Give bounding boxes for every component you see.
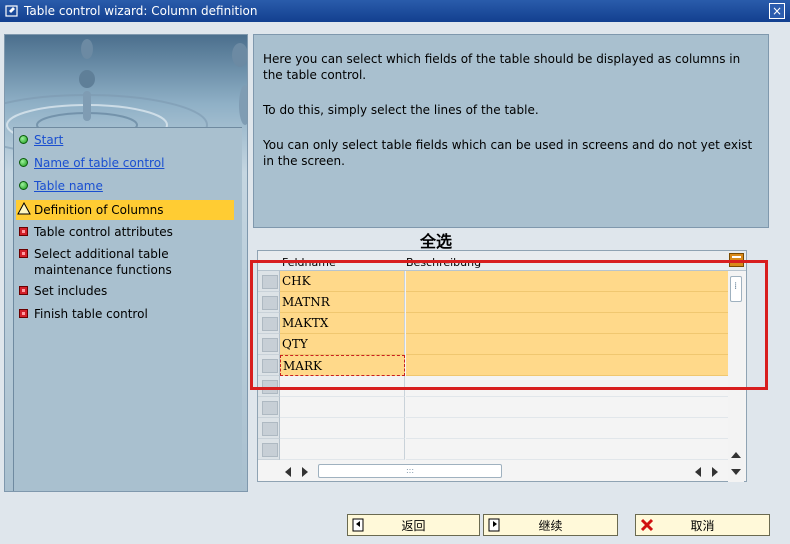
status-pending-icon: [16, 283, 34, 299]
step-navigation-panel: Start Name of table control Table name D…: [4, 34, 248, 492]
field-name-cell[interactable]: CHK: [280, 271, 405, 292]
window-icon: [5, 5, 18, 17]
scroll-thumb[interactable]: :::: [318, 464, 502, 478]
status-pending-icon: [16, 246, 34, 262]
continue-button-label: 继续: [538, 518, 563, 533]
scroll-page-left-icon[interactable]: [695, 467, 701, 477]
info-text-select: To do this, simply select the lines of t…: [263, 103, 539, 117]
step-item-definition-of-columns: Definition of Columns: [16, 200, 234, 220]
description-cell[interactable]: [406, 334, 728, 355]
status-done-icon: [16, 178, 34, 194]
row-selector[interactable]: [258, 397, 280, 418]
step-label: Set includes: [34, 284, 108, 298]
step-label[interactable]: Name of table control: [34, 155, 164, 171]
row-selector[interactable]: [258, 334, 280, 355]
field-name-cell[interactable]: [280, 376, 405, 397]
cancel-button-label: 取消: [690, 518, 715, 533]
description-cell[interactable]: [406, 376, 728, 397]
table-row[interactable]: MAKTX: [258, 313, 728, 334]
row-selector[interactable]: [258, 376, 280, 397]
description-cell[interactable]: [406, 418, 728, 439]
table-row[interactable]: MATNR: [258, 292, 728, 313]
field-name-cell[interactable]: MARK: [280, 355, 405, 376]
row-selector[interactable]: [258, 418, 280, 439]
status-current-icon: [16, 202, 34, 218]
description-cell[interactable]: [406, 397, 728, 418]
description-cell[interactable]: [406, 292, 728, 313]
horizontal-scrollbar[interactable]: :::: [282, 463, 728, 479]
step-item-table-name[interactable]: Table name: [16, 178, 234, 194]
row-selector[interactable]: [258, 313, 280, 334]
field-table: Feldname Beschreibung CHK MATNR MAKTX QT…: [257, 250, 747, 482]
step-item-start[interactable]: Start: [16, 132, 234, 148]
cancel-button[interactable]: 取消: [635, 514, 770, 536]
field-name-cell[interactable]: MATNR: [280, 292, 405, 313]
table-row-empty[interactable]: [258, 439, 728, 461]
wizard-window: Start Name of table control Table name D…: [0, 22, 790, 544]
step-label: Finish table control: [34, 307, 148, 321]
continue-button[interactable]: 继续: [483, 514, 618, 536]
status-done-icon: [16, 132, 34, 148]
info-text-columns: Here you can select which fields of the …: [263, 52, 741, 82]
scroll-right-icon[interactable]: [302, 467, 308, 477]
back-button-label: 返回: [401, 518, 426, 533]
step-item-additional-maintenance-functions: Select additional table maintenance func…: [16, 246, 234, 278]
description-cell[interactable]: [406, 439, 728, 460]
step-item-finish-table-control: Finish table control: [16, 306, 234, 322]
description-cell[interactable]: [406, 271, 728, 292]
step-item-name-of-table-control[interactable]: Name of table control: [16, 155, 234, 171]
vertical-scrollbar[interactable]: [728, 272, 744, 482]
back-icon: [352, 518, 364, 532]
column-header-field-name[interactable]: Feldname: [282, 256, 336, 269]
field-name-cell[interactable]: [280, 439, 405, 460]
description-cell[interactable]: [406, 355, 728, 376]
table-settings-icon[interactable]: [729, 253, 744, 267]
status-done-icon: [16, 155, 34, 171]
row-selector[interactable]: [258, 271, 280, 292]
back-button[interactable]: 返回: [347, 514, 480, 536]
cancel-icon: [640, 518, 654, 532]
close-button[interactable]: ×: [769, 3, 785, 19]
row-selector[interactable]: [258, 355, 280, 376]
step-label: Definition of Columns: [34, 203, 164, 217]
description-cell[interactable]: [406, 313, 728, 334]
field-name-cell[interactable]: [280, 418, 405, 439]
table-row[interactable]: QTY: [258, 334, 728, 355]
step-list: Start Name of table control Table name D…: [13, 127, 242, 491]
step-label[interactable]: Start: [34, 132, 63, 148]
window-title: Table control wizard: Column definition: [24, 4, 258, 18]
status-pending-icon: [16, 224, 34, 240]
step-label: Table control attributes: [34, 225, 173, 239]
continue-icon: [488, 518, 500, 532]
table-row-empty[interactable]: [258, 397, 728, 418]
scroll-page-right-icon[interactable]: [712, 467, 718, 477]
field-name-cell[interactable]: QTY: [280, 334, 405, 355]
status-pending-icon: [16, 306, 34, 322]
step-item-set-includes: Set includes: [16, 283, 234, 299]
select-all-annotation: 全选: [420, 232, 453, 251]
scroll-left-icon[interactable]: [285, 467, 291, 477]
field-name-cell[interactable]: MAKTX: [280, 313, 405, 334]
table-row[interactable]: MARK: [258, 355, 728, 376]
table-row[interactable]: CHK: [258, 271, 728, 292]
field-name-cell[interactable]: [280, 397, 405, 418]
scroll-up-icon[interactable]: [731, 452, 741, 458]
table-row-empty[interactable]: [258, 376, 728, 397]
row-selector[interactable]: [258, 292, 280, 313]
table-header: Feldname Beschreibung: [258, 251, 746, 271]
info-text-restriction: You can only select table fields which c…: [263, 138, 753, 168]
scroll-thumb[interactable]: [730, 276, 742, 302]
title-bar: Table control wizard: Column definition …: [0, 0, 790, 22]
step-item-table-control-attributes: Table control attributes: [16, 224, 234, 240]
column-header-description[interactable]: Beschreibung: [406, 256, 481, 269]
table-row-empty[interactable]: [258, 418, 728, 439]
step-label: Select additional table maintenance func…: [34, 247, 172, 277]
info-panel: Here you can select which fields of the …: [253, 34, 769, 228]
scroll-down-icon[interactable]: [731, 469, 741, 475]
step-label[interactable]: Table name: [34, 178, 103, 194]
row-selector[interactable]: [258, 439, 280, 460]
